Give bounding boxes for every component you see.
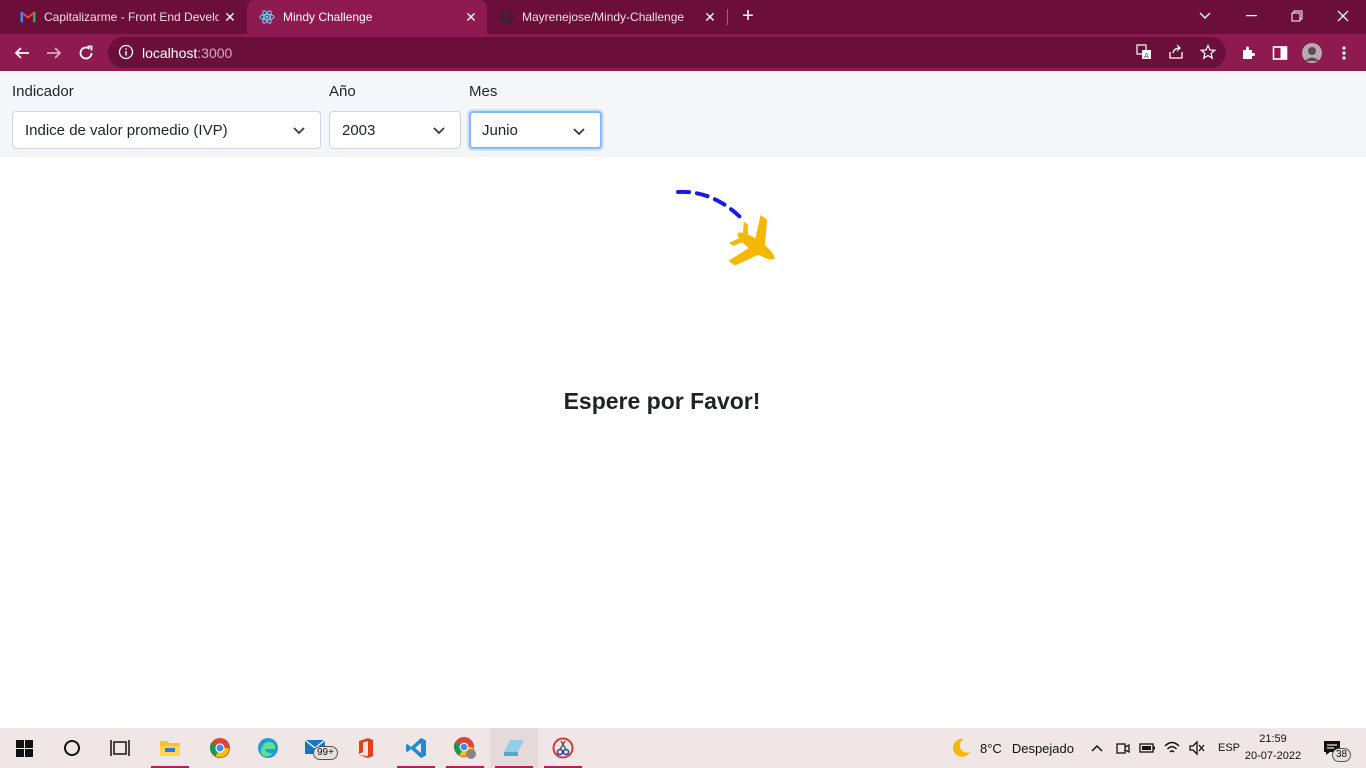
anio-label: Año [329, 83, 356, 100]
tab-title: Mindy Challenge [283, 10, 373, 24]
edge-icon [258, 738, 278, 758]
anio-value: 2003 [342, 121, 376, 139]
taskbar-vscode[interactable] [392, 728, 440, 768]
volume-muted-icon[interactable] [1188, 740, 1206, 756]
moon-icon [953, 738, 970, 757]
mes-select[interactable]: Junio [469, 111, 602, 149]
indicador-value: Indice de valor promedio (IVP) [25, 121, 228, 139]
notification-count: 38 [1332, 748, 1352, 762]
weather-temp: 8°C [980, 740, 1002, 756]
windows-icon [15, 739, 33, 757]
system-clock[interactable]: 21:59 20-07-2022 [1238, 731, 1308, 765]
chevron-down-icon [573, 128, 585, 136]
tab-mindy-challenge[interactable]: Mindy Challenge ✕ [247, 0, 487, 34]
forward-button[interactable] [41, 40, 67, 66]
loading-message: Espere por Favor! [563, 388, 761, 414]
browser-toolbar: localhost:3000 A [0, 34, 1366, 71]
new-tab-button[interactable]: + [737, 5, 759, 27]
language-indicator[interactable]: ESP [1218, 742, 1240, 754]
taskbar-edge[interactable] [244, 728, 292, 768]
site-info-icon[interactable] [118, 44, 134, 60]
chrome-profile-icon [453, 737, 476, 759]
task-view-icon [110, 740, 130, 756]
mes-value: Junio [482, 121, 518, 139]
chevron-down-icon [293, 127, 305, 135]
github-icon [498, 9, 514, 25]
gmail-icon [20, 9, 36, 25]
taskbar-file-explorer[interactable] [146, 728, 194, 768]
reload-button[interactable] [73, 40, 99, 66]
bookmark-star-icon[interactable] [1199, 44, 1217, 60]
filter-bar: Indicador Indice de valor promedio (IVP)… [0, 71, 1366, 157]
side-panel-icon[interactable] [1270, 43, 1290, 63]
minimize-button[interactable] [1228, 0, 1274, 32]
start-button[interactable] [0, 728, 48, 768]
profile-avatar[interactable] [1302, 43, 1322, 63]
indicador-label: Indicador [12, 83, 74, 100]
taskbar-office[interactable] [342, 728, 390, 768]
chrome-icon [209, 738, 230, 758]
indicador-select[interactable]: Indice de valor promedio (IVP) [12, 111, 321, 149]
weather-text: Despejado [1011, 740, 1074, 756]
close-tab-icon[interactable]: ✕ [222, 9, 238, 25]
address-bar[interactable]: localhost:3000 A [108, 37, 1226, 68]
tab-title: Capitalizarme - Front End Develo [44, 10, 219, 24]
clock-time: 21:59 [1259, 733, 1287, 745]
restore-button[interactable] [1274, 0, 1320, 32]
notes-icon [504, 740, 524, 756]
loading-animation [670, 184, 790, 284]
flight-trail [676, 189, 747, 224]
tab-title: Mayrenejose/Mindy-Challenge [522, 10, 685, 24]
svg-text:A: A [1144, 52, 1149, 60]
url-text[interactable]: localhost:3000 [142, 45, 232, 61]
taskbar-mail[interactable]: 99+ [294, 728, 342, 768]
tab-strip: Capitalizarme - Front End Develo ✕ Mindy… [0, 0, 1366, 34]
taskbar-notes[interactable] [490, 728, 538, 768]
translate-icon[interactable]: A [1136, 44, 1152, 60]
airplane-icon [728, 215, 775, 266]
task-view-button[interactable] [96, 728, 144, 768]
tab-capitalizarme[interactable]: Capitalizarme - Front End Develo ✕ [0, 0, 246, 34]
browser-menu-icon[interactable] [1334, 43, 1354, 63]
weather-widget[interactable]: 8°C Despejado [950, 728, 1074, 768]
notification-center-button[interactable]: 38 [1322, 728, 1352, 768]
wifi-icon[interactable] [1163, 740, 1181, 756]
taskbar-chrome-profile[interactable] [441, 728, 489, 768]
mes-label: Mes [469, 83, 498, 100]
close-window-button[interactable] [1320, 0, 1366, 32]
clock-date: 20-07-2022 [1244, 750, 1302, 762]
mail-badge: 99+ [313, 746, 338, 760]
back-button[interactable] [9, 40, 35, 66]
windows-taskbar: 99+ 8°C Despejado ESP 21:59 20-07-2022 3… [0, 728, 1366, 768]
extensions-icon[interactable] [1238, 43, 1258, 63]
chevron-down-icon [433, 127, 445, 135]
taskbar-chrome[interactable] [196, 728, 244, 768]
close-tab-icon[interactable]: ✕ [463, 9, 479, 25]
vscode-icon [406, 738, 426, 758]
close-tab-icon[interactable]: ✕ [702, 9, 718, 25]
battery-icon[interactable] [1138, 741, 1156, 755]
office-icon [359, 738, 373, 758]
system-tray: ESP [1090, 728, 1240, 768]
chevron-up-icon[interactable] [1090, 743, 1104, 753]
react-icon [259, 9, 275, 25]
meet-now-icon[interactable] [1115, 740, 1131, 756]
cortana-icon [64, 740, 80, 756]
folder-icon [160, 741, 180, 756]
tab-separator [727, 9, 728, 25]
tab-github-repo[interactable]: Mayrenejose/Mindy-Challenge ✕ [488, 0, 726, 34]
share-icon[interactable] [1168, 44, 1184, 60]
tab-search-icon[interactable] [1182, 0, 1228, 32]
taskbar-snipping-tool[interactable] [539, 728, 587, 768]
anio-select[interactable]: 2003 [329, 111, 461, 149]
scissors-icon [552, 737, 574, 759]
search-button[interactable] [48, 728, 96, 768]
